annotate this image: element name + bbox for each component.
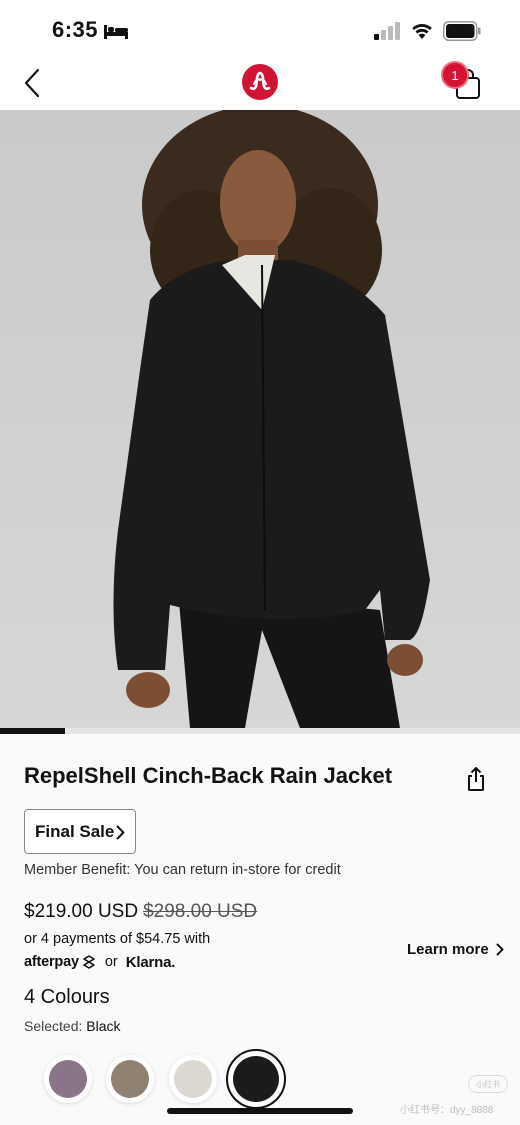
or-text: or [104, 954, 118, 970]
chevron-right-icon [116, 825, 125, 840]
status-bar: 6:35 [0, 0, 520, 58]
selected-colour-value: Black [86, 1018, 121, 1034]
gallery-progress-track [0, 728, 520, 734]
colour-swatch-4-selected[interactable] [226, 1049, 286, 1109]
price-row: $219.00 USD $298.00 USD [24, 901, 257, 923]
colour-swatch-1[interactable] [44, 1055, 92, 1103]
chevron-right-icon [496, 943, 504, 956]
share-icon[interactable] [464, 766, 488, 792]
colour-swatch-3[interactable] [169, 1055, 217, 1103]
learn-more-label: Learn more [407, 941, 489, 958]
learn-more-link[interactable]: Learn more [407, 941, 504, 958]
cart-count-badge: 1 [443, 63, 467, 87]
model-photo [113, 110, 430, 728]
afterpay-arrows-icon [83, 955, 95, 969]
nav-bar: 1 [0, 58, 520, 110]
watermark-badge: 小红书 [468, 1075, 508, 1093]
colours-count: 4 Colours [24, 986, 110, 1008]
battery-icon [443, 21, 481, 41]
swatch-fill [49, 1060, 87, 1098]
price-current: $219.00 USD [24, 901, 139, 922]
lululemon-logo[interactable] [242, 64, 278, 100]
final-sale-label: Final Sale [35, 821, 115, 841]
swatch-fill [111, 1060, 149, 1098]
selected-colour-line: Selected: Black [24, 1018, 121, 1034]
klarna-logo: Klarna. [125, 953, 176, 971]
installments-text: or 4 payments of $54.75 with [24, 931, 211, 947]
swatch-fill [233, 1056, 279, 1102]
product-image[interactable] [0, 110, 520, 728]
cellular-signal-icon [374, 22, 400, 40]
back-button[interactable] [20, 66, 48, 100]
final-sale-button[interactable]: Final Sale [24, 809, 136, 854]
gallery-progress-indicator [0, 728, 65, 734]
bed-icon [104, 25, 128, 39]
member-benefit-text: Member Benefit: You can return in-store … [24, 862, 341, 878]
status-time: 6:35 [52, 17, 99, 42]
price-original: $298.00 USD [143, 901, 258, 922]
wifi-icon [412, 23, 432, 39]
home-indicator[interactable] [167, 1108, 353, 1114]
payment-providers: afterpay or Klarna. [24, 952, 175, 972]
afterpay-logo: afterpay [24, 954, 79, 970]
colour-swatch-2[interactable] [106, 1055, 154, 1103]
product-title: RepelShell Cinch-Back Rain Jacket [24, 763, 393, 788]
selected-colour-label: Selected: [24, 1018, 83, 1034]
watermark-text: 小红书号：dyy_8888 [400, 1105, 494, 1116]
swatch-fill [174, 1060, 212, 1098]
